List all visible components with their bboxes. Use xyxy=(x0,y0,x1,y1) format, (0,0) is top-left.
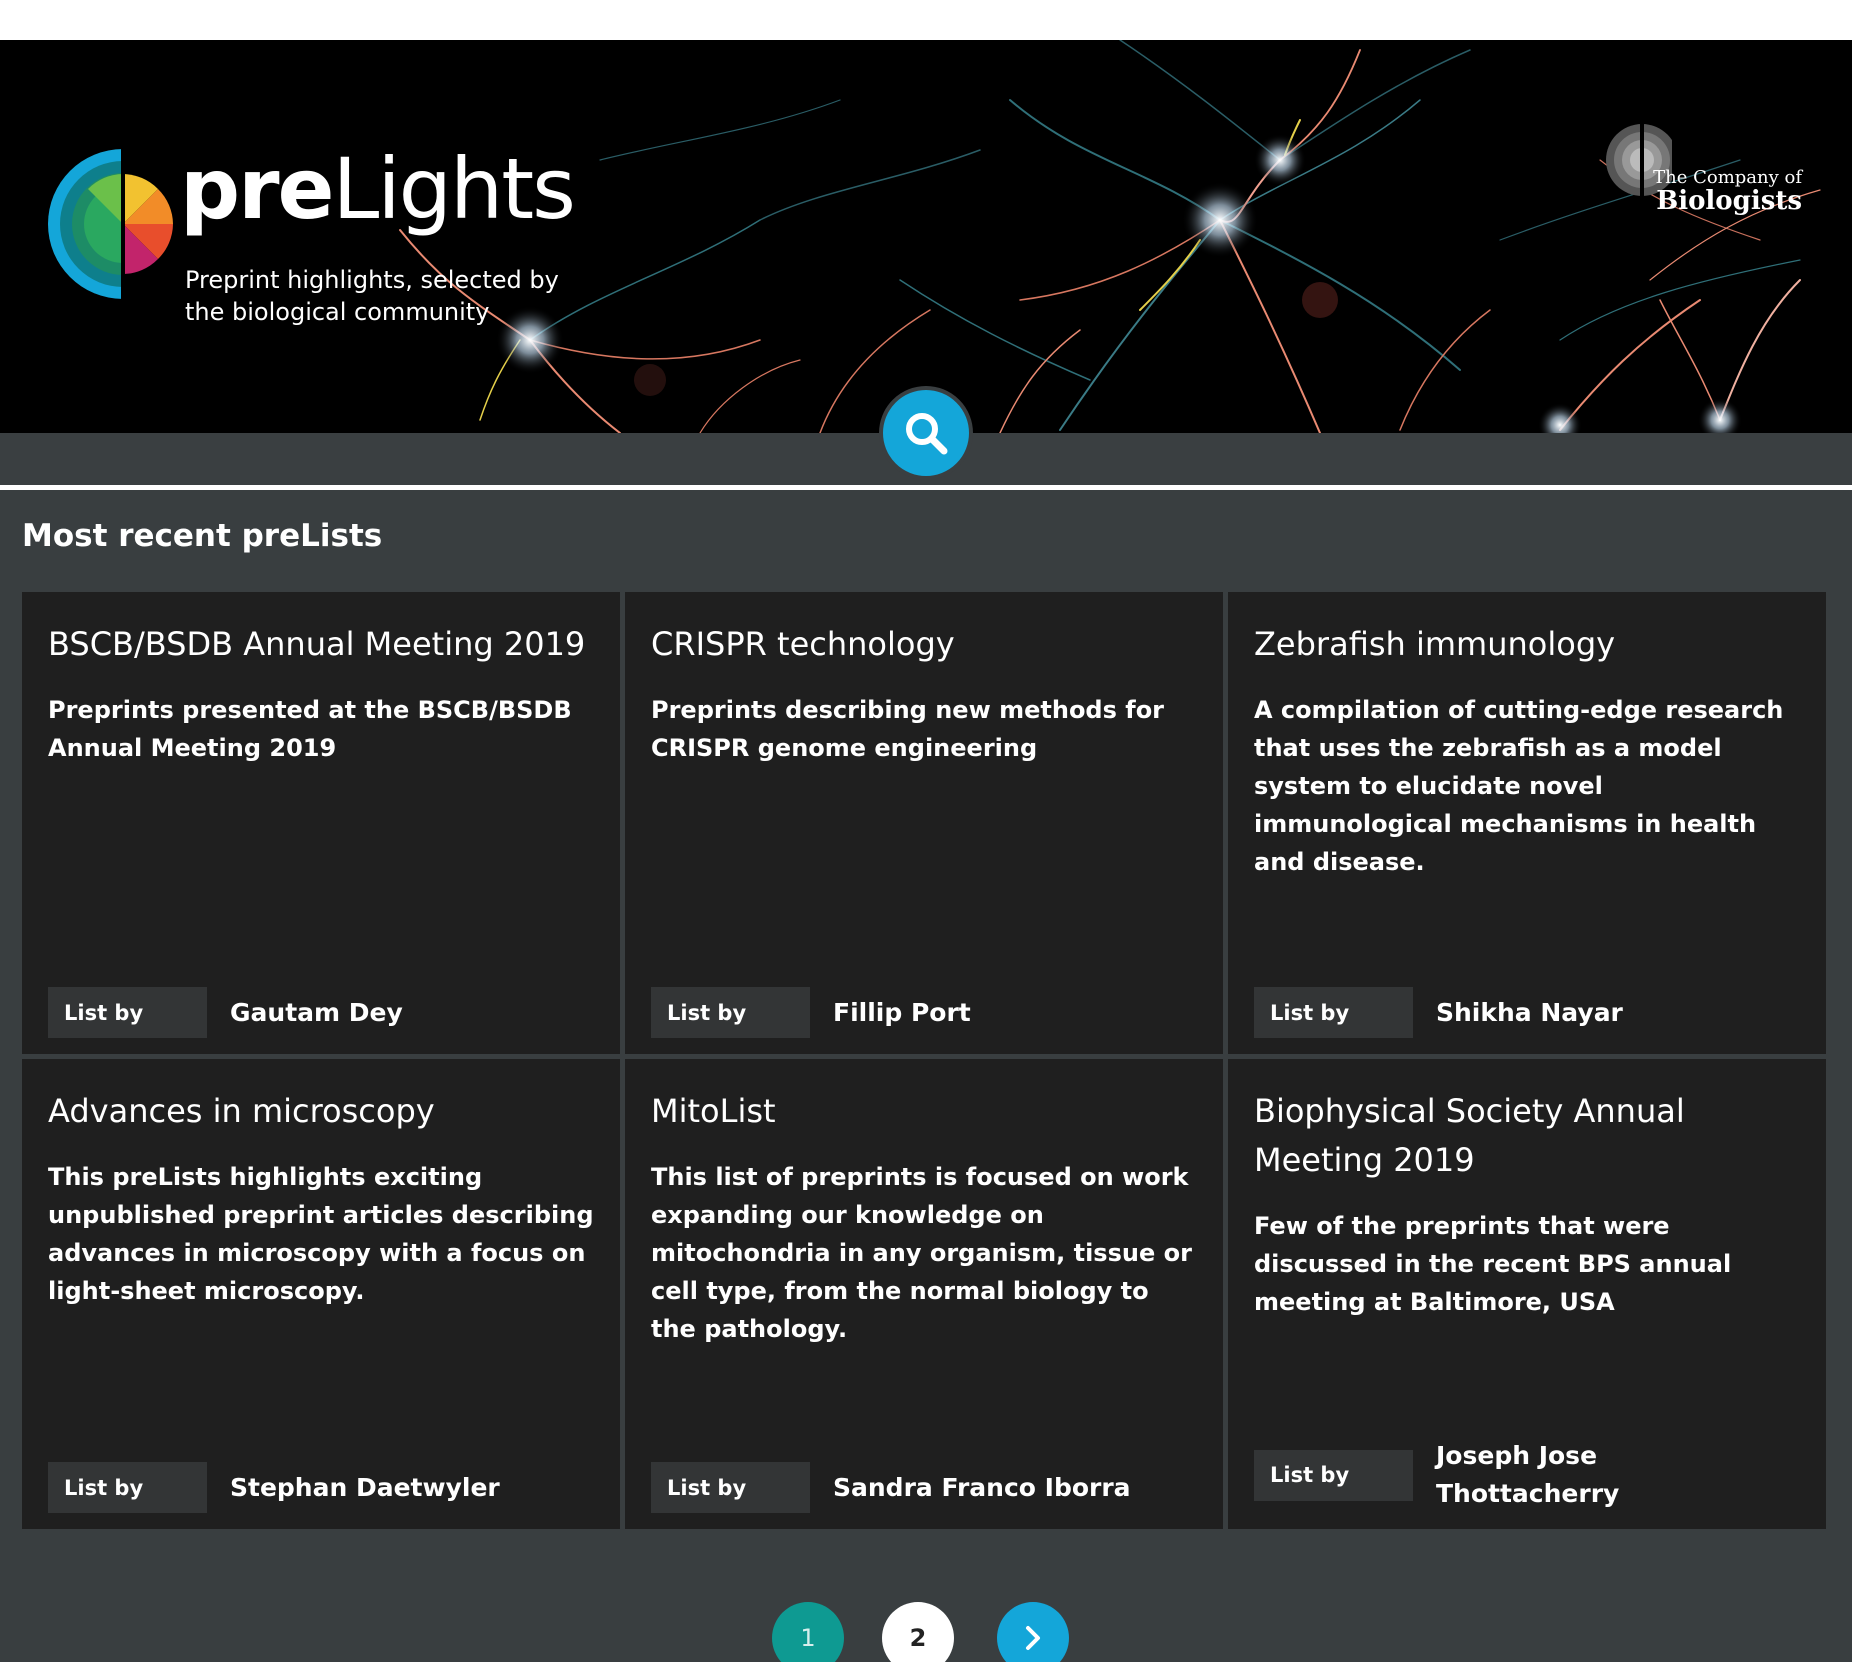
list-by-label: List by xyxy=(651,987,810,1038)
publisher-big-text: Biologists xyxy=(1656,186,1802,216)
list-by-label: List by xyxy=(1254,987,1413,1038)
card-footer: List by Sandra Franco Iborra xyxy=(651,1462,1163,1513)
list-by-label: List by xyxy=(48,987,207,1038)
card-footer: List by Fillip Port xyxy=(651,987,1163,1038)
card-title[interactable]: BSCB/BSDB Annual Meeting 2019 xyxy=(48,620,588,669)
card-author[interactable]: Joseph Jose Thottacherry xyxy=(1436,1437,1766,1513)
card-footer: List by Shikha Nayar xyxy=(1254,987,1766,1038)
section-title: Most recent preLists xyxy=(22,518,383,554)
page-2-button[interactable]: 2 xyxy=(882,1602,954,1662)
card-footer: List by Stephan Daetwyler xyxy=(48,1462,560,1513)
card-description: This list of preprints is focused on wor… xyxy=(651,1163,1192,1343)
prelights-logo[interactable]: preLights Preprint highlights, selected … xyxy=(48,107,628,326)
card-footer: List by Gautam Dey xyxy=(48,987,560,1038)
site-tagline: Preprint highlights, selected by the bio… xyxy=(185,266,559,326)
prelights-wordmark: preLights xyxy=(180,147,576,231)
card-title[interactable]: Biophysical Society Annual Meeting 2019 xyxy=(1254,1087,1794,1185)
card-description: This preLists highlights exciting unpubl… xyxy=(48,1163,594,1305)
logo-pre: pre xyxy=(180,140,335,238)
publisher-small-text: The Company of xyxy=(1653,167,1802,188)
page-1-button[interactable]: 1 xyxy=(772,1602,844,1662)
prelist-card[interactable]: Zebrafish immunology A compilation of cu… xyxy=(1228,592,1826,1054)
card-description: Preprints presented at the BSCB/BSDB Ann… xyxy=(48,696,572,762)
card-title[interactable]: Advances in microscopy xyxy=(48,1087,588,1136)
list-by-label: List by xyxy=(651,1462,810,1513)
card-title[interactable]: MitoList xyxy=(651,1087,1191,1136)
prelist-card[interactable]: BSCB/BSDB Annual Meeting 2019 Preprints … xyxy=(22,592,620,1054)
card-author[interactable]: Gautam Dey xyxy=(230,994,560,1032)
next-page-button[interactable] xyxy=(997,1602,1069,1662)
chevron-right-icon xyxy=(1026,1626,1040,1650)
pagination: 1 2 xyxy=(0,1602,1852,1662)
card-description: A compilation of cutting-edge research t… xyxy=(1254,696,1784,876)
logo-lights: Lights xyxy=(332,140,576,238)
card-footer: List by Joseph Jose Thottacherry xyxy=(1254,1437,1766,1513)
list-by-label: List by xyxy=(1254,1449,1413,1501)
card-title[interactable]: Zebrafish immunology xyxy=(1254,620,1794,669)
card-title[interactable]: CRISPR technology xyxy=(651,620,1191,669)
search-button[interactable] xyxy=(879,386,973,480)
prelights-emblem-icon xyxy=(48,149,173,299)
card-author[interactable]: Fillip Port xyxy=(833,994,1163,1032)
prelist-card[interactable]: Biophysical Society Annual Meeting 2019 … xyxy=(1228,1059,1826,1529)
company-of-biologists-text: The Company of Biologists xyxy=(1652,167,1802,216)
prelist-card[interactable]: MitoList This list of preprints is focus… xyxy=(625,1059,1223,1529)
company-of-biologists-logo[interactable]: The Company of Biologists xyxy=(1602,120,1802,220)
card-author[interactable]: Stephan Daetwyler xyxy=(230,1469,560,1507)
card-description: Preprints describing new methods for CRI… xyxy=(651,696,1165,762)
prelists-grid: BSCB/BSDB Annual Meeting 2019 Preprints … xyxy=(22,592,1827,1529)
card-description: Few of the preprints that were discussed… xyxy=(1254,1212,1732,1316)
prelists-section: Most recent preLists BSCB/BSDB Annual Me… xyxy=(0,490,1852,1662)
list-by-label: List by xyxy=(48,1462,207,1513)
prelist-card[interactable]: CRISPR technology Preprints describing n… xyxy=(625,592,1223,1054)
search-icon xyxy=(906,413,948,455)
card-author[interactable]: Sandra Franco Iborra xyxy=(833,1469,1163,1507)
prelist-card[interactable]: Advances in microscopy This preLists hig… xyxy=(22,1059,620,1529)
header-banner: preLights Preprint highlights, selected … xyxy=(0,40,1852,433)
card-author[interactable]: Shikha Nayar xyxy=(1436,994,1766,1032)
